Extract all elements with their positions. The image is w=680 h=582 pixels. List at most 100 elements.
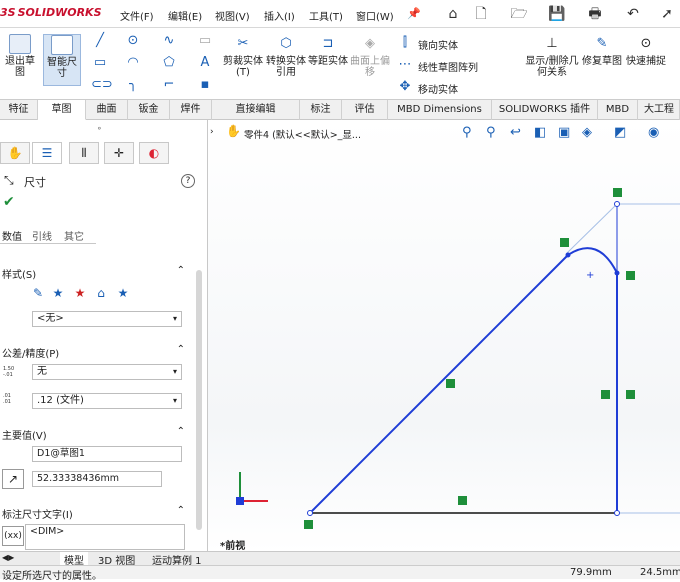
tab-sketch[interactable]: 草图 bbox=[38, 100, 86, 120]
slot-tool-icon[interactable]: ⊂⊃ bbox=[91, 76, 113, 94]
style-apply-icon[interactable]: ✎ bbox=[31, 286, 45, 300]
style-collapse-icon[interactable]: ⌃ bbox=[177, 265, 185, 276]
style-dropdown[interactable]: <无> ▾ bbox=[32, 311, 182, 327]
subtab-leaders[interactable]: 引线 bbox=[32, 228, 52, 243]
tab-feature-tree[interactable]: ✋ bbox=[0, 142, 30, 164]
tab-mbd-dimensions[interactable]: MBD Dimensions bbox=[388, 100, 492, 120]
arc-tool-icon[interactable]: ◠ bbox=[124, 54, 142, 72]
tab-display-manager[interactable]: ◐ bbox=[139, 142, 169, 164]
style-delete-icon[interactable]: ★ bbox=[73, 286, 87, 300]
smart-dimension-button[interactable]: 智能尺寸 bbox=[43, 34, 81, 86]
text-tool-icon[interactable]: A bbox=[196, 54, 214, 72]
spline-tool-icon[interactable]: ∿ bbox=[160, 32, 178, 50]
display-relations-button[interactable]: ⊥ 显示/删除几何关系 bbox=[524, 34, 580, 78]
save-icon[interactable]: 💾 bbox=[546, 4, 568, 24]
panel-scrollbar[interactable] bbox=[196, 270, 202, 530]
tab-features[interactable]: 特征 bbox=[0, 100, 38, 120]
relation-badge-icon[interactable] bbox=[601, 390, 610, 399]
select-arrow-icon[interactable]: ➚ bbox=[656, 4, 678, 24]
fillet-tool-icon[interactable]: ╮ bbox=[124, 76, 142, 94]
relation-badge-icon[interactable] bbox=[626, 390, 635, 399]
tab-dimxpert[interactable]: ✛ bbox=[104, 142, 134, 164]
relation-badge-icon[interactable] bbox=[446, 379, 455, 388]
dimension-text-icon[interactable]: (xx) bbox=[2, 526, 24, 546]
sketch-point[interactable] bbox=[614, 510, 620, 516]
relation-badge-icon[interactable] bbox=[560, 238, 569, 247]
sketch-point[interactable] bbox=[307, 510, 313, 516]
tab-mbd[interactable]: MBD bbox=[598, 100, 638, 120]
precision-dropdown[interactable]: .12 (文件) ▾ bbox=[32, 393, 182, 409]
polygon-tool-icon[interactable]: ⬠ bbox=[160, 54, 178, 72]
home-icon[interactable]: ⌂ bbox=[442, 4, 464, 24]
sketch-point[interactable] bbox=[565, 252, 571, 258]
tolerance-collapse-icon[interactable]: ⌃ bbox=[177, 344, 185, 355]
undo-icon[interactable]: ↶ bbox=[622, 4, 644, 24]
trim-entities-button[interactable]: ✂ 剪裁实体(T) bbox=[222, 34, 264, 78]
style-add-icon[interactable]: ★ bbox=[51, 286, 65, 300]
line-tool-icon[interactable]: ╱ bbox=[91, 32, 109, 50]
sketch-point[interactable] bbox=[614, 201, 620, 207]
convert-entities-button[interactable]: ⬡ 转换实体引用 bbox=[266, 34, 306, 78]
plane-tool-icon[interactable]: ▭ bbox=[196, 32, 214, 50]
sketch-point[interactable] bbox=[614, 270, 620, 276]
linear-pattern-button[interactable]: 线性草图阵列 bbox=[418, 59, 478, 74]
offset-entities-button[interactable]: ⊐ 等距实体 bbox=[308, 34, 348, 67]
exit-sketch-button[interactable]: 退出草图 bbox=[2, 34, 38, 78]
style-save-icon[interactable]: ⌂ bbox=[94, 286, 108, 300]
point-tool-icon[interactable]: ▪ bbox=[196, 76, 214, 94]
tolerance-dropdown[interactable]: 无 ▾ bbox=[32, 364, 182, 380]
mirror-entities-button[interactable]: 镜向实体 bbox=[418, 37, 458, 52]
move-entities-button[interactable]: 移动实体 bbox=[418, 81, 458, 96]
repair-sketch-button[interactable]: ✎ 修复草图 bbox=[582, 34, 622, 67]
tab-surfaces[interactable]: 曲面 bbox=[86, 100, 128, 120]
subtab-other[interactable]: 其它 bbox=[64, 228, 84, 243]
reverse-direction-icon[interactable]: ↗ bbox=[2, 469, 24, 489]
tab-evaluate[interactable]: 评估 bbox=[342, 100, 388, 120]
menu-window[interactable]: 窗口(W) bbox=[356, 8, 394, 23]
menu-insert[interactable]: 插入(I) bbox=[264, 8, 295, 23]
style-load-icon[interactable]: ★ bbox=[116, 286, 130, 300]
sketch-line-hypotenuse[interactable] bbox=[309, 254, 569, 514]
primary-value-section-label: 主要值(V) bbox=[2, 431, 47, 442]
pin-icon[interactable]: 📌 bbox=[403, 4, 425, 24]
tab-sheet-metal[interactable]: 钣金 bbox=[128, 100, 170, 120]
sketch-fillet-tool-icon[interactable]: ⌐ bbox=[160, 76, 178, 94]
tab-configuration-manager[interactable]: ⫴ bbox=[69, 142, 99, 164]
primary-collapse-icon[interactable]: ⌃ bbox=[177, 426, 185, 437]
dimension-name-field[interactable]: D1@草图1 bbox=[32, 446, 182, 462]
offset-on-surface-button[interactable]: ◈ 曲面上偏移 bbox=[350, 34, 390, 78]
ok-check-icon[interactable]: ✔ bbox=[3, 194, 15, 210]
convert-icon: ⬡ bbox=[275, 34, 297, 54]
tab-markup[interactable]: 标注 bbox=[300, 100, 342, 120]
menu-tools[interactable]: 工具(T) bbox=[309, 8, 343, 23]
menu-edit[interactable]: 编辑(E) bbox=[168, 8, 202, 23]
rectangle-tool-icon[interactable]: ▭ bbox=[91, 54, 109, 72]
panel-grip-icon[interactable]: ⚬ bbox=[96, 124, 103, 133]
relation-badge-icon[interactable] bbox=[304, 520, 313, 529]
menu-view[interactable]: 视图(V) bbox=[215, 8, 250, 23]
new-document-icon[interactable]: 🗋 bbox=[470, 4, 492, 24]
dimension-text-collapse-icon[interactable]: ⌃ bbox=[177, 505, 185, 516]
relation-badge-icon[interactable] bbox=[458, 496, 467, 505]
quick-snaps-icon: ⊙ bbox=[635, 34, 657, 54]
open-folder-icon[interactable]: 🗁 bbox=[508, 4, 530, 24]
relation-badge-icon[interactable] bbox=[626, 271, 635, 280]
tab-weldments[interactable]: 焊件 bbox=[170, 100, 212, 120]
dimension-text-field[interactable]: <DIM> bbox=[25, 524, 185, 550]
app-logo: 3S SOLIDWORKS bbox=[0, 6, 102, 19]
relation-badge-icon[interactable] bbox=[613, 188, 622, 197]
tab-property-manager[interactable]: ☰ bbox=[32, 142, 62, 164]
dimension-value-field[interactable]: 52.33338436mm bbox=[32, 471, 162, 487]
print-icon[interactable]: 🖶 bbox=[584, 4, 606, 24]
subtab-value[interactable]: 数值 bbox=[2, 228, 22, 243]
circle-tool-icon[interactable]: ⊙ bbox=[124, 32, 142, 50]
tab-scroll-icon[interactable]: ◀▶ bbox=[2, 553, 14, 562]
quick-snaps-button[interactable]: ⊙ 快速捕捉 bbox=[626, 34, 666, 67]
menu-file[interactable]: 文件(F) bbox=[120, 8, 154, 23]
help-icon[interactable]: ? bbox=[181, 174, 195, 188]
tab-large-design[interactable]: 大工程 bbox=[638, 100, 680, 120]
property-manager-icon: ☰ bbox=[41, 146, 53, 160]
feature-tree-icon: ✋ bbox=[7, 146, 23, 160]
tab-direct-editing[interactable]: 直接编辑 bbox=[212, 100, 300, 120]
tab-solidworks-addins[interactable]: SOLIDWORKS 插件 bbox=[492, 100, 598, 120]
